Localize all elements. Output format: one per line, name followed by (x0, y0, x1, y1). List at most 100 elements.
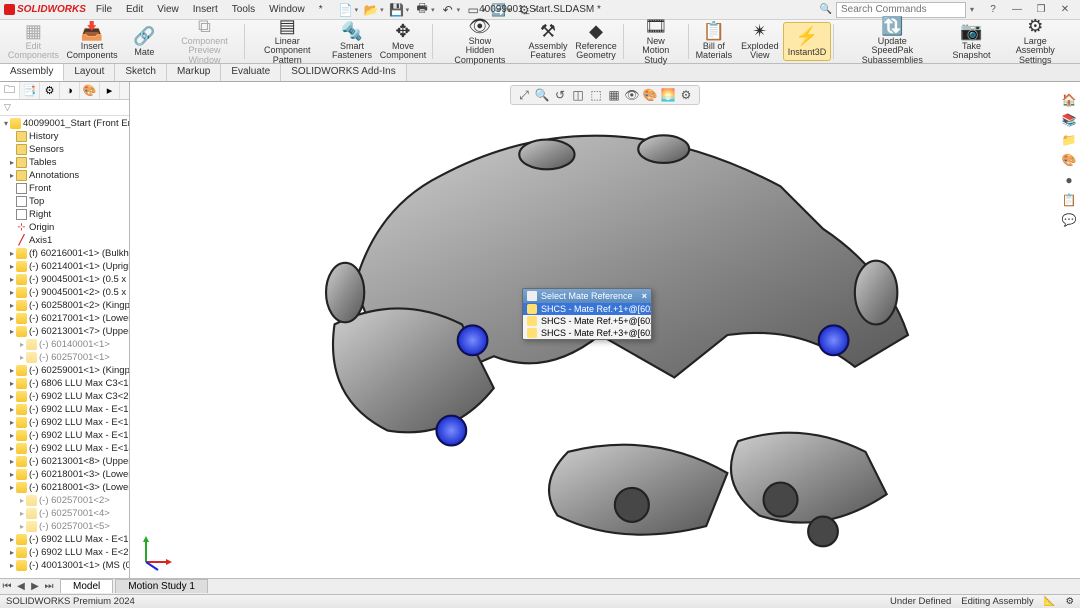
tree-item[interactable]: ▸(-) 40013001<1> (MS (0.8 x 1.0 (0, 559, 129, 572)
forum-icon[interactable]: 💬 (1061, 212, 1077, 228)
cmd-edit-components[interactable]: ▦EditComponents (4, 22, 63, 61)
tree-item[interactable]: ▸(-) 90045001<1> (0.5 x 0.6 x 1 B (0, 273, 129, 286)
fm-tab-appearance[interactable]: 🎨 (80, 82, 100, 99)
graphics-area[interactable]: ⤢ 🔍 ↺ ◫ ⬚ ▦ 👁 🎨 🌅 ⚙ 🏠 📚 📁 🎨 ● 📋 💬 (130, 82, 1080, 578)
design-library-icon[interactable]: 📚 (1061, 112, 1077, 128)
view-triad[interactable] (138, 534, 174, 570)
apply-scene-icon[interactable]: 🌅 (661, 88, 675, 102)
tree-item[interactable]: Sensors (0, 143, 129, 156)
print-icon[interactable]: 🖶 (415, 3, 429, 17)
status-unit-icon[interactable]: 📐 (1044, 596, 1056, 607)
view-orientation-icon[interactable]: ⬚ (589, 88, 603, 102)
tree-item[interactable]: Top (0, 195, 129, 208)
cmd-bom[interactable]: 📋Bill ofMaterials (691, 22, 737, 61)
select-icon[interactable]: ▭ (466, 3, 480, 17)
tree-item[interactable]: ▸(-) 6902 LLU Max - E<13> (∅ 1 (0, 416, 129, 429)
tab-scroll-first-icon[interactable]: ⏮ (0, 581, 14, 592)
tab-assembly[interactable]: Assembly (0, 64, 64, 81)
fm-tab-property[interactable]: 📑 (20, 82, 40, 99)
cmd-component-preview[interactable]: ⧉ComponentPreview Window (167, 22, 241, 61)
menu-insert[interactable]: Insert (187, 2, 224, 17)
tree-item[interactable]: ▸(-) 60257001<1> (0, 351, 129, 364)
tab-layout[interactable]: Layout (64, 64, 115, 81)
tree-item[interactable]: ╱Axis1 (0, 234, 129, 247)
tree-item[interactable]: History (0, 130, 129, 143)
display-style-icon[interactable]: ▦ (607, 88, 621, 102)
view-palette-icon[interactable]: 🎨 (1061, 152, 1077, 168)
file-explorer-icon[interactable]: 📁 (1061, 132, 1077, 148)
tree-item[interactable]: Right (0, 208, 129, 221)
tree-item[interactable]: ▸(-) 6902 LLU Max C3<2> (Beari (0, 390, 129, 403)
tree-item[interactable]: ▸(-) 60140001<1> (0, 338, 129, 351)
cmd-move-component[interactable]: ✥MoveComponent (376, 22, 430, 61)
appearances-icon[interactable]: ● (1061, 172, 1077, 188)
tree-item[interactable]: ⊹Origin (0, 221, 129, 234)
cmd-assembly-features[interactable]: ⚒AssemblyFeatures (525, 22, 572, 61)
cmd-show-hidden[interactable]: 👁ShowHidden Components (435, 22, 525, 61)
restore-icon[interactable]: ❐ (1030, 4, 1052, 15)
tree-item[interactable]: ▸Tables (0, 156, 129, 169)
fm-tab-expand[interactable]: ▸ (100, 82, 120, 99)
view-settings-icon[interactable]: ⚙ (679, 88, 693, 102)
menu-star[interactable]: * (313, 2, 329, 17)
cmd-insert-components[interactable]: 📥InsertComponents (63, 22, 122, 61)
new-icon[interactable]: 📄 (339, 3, 353, 17)
tab-scroll-next-icon[interactable]: ▶ (28, 581, 42, 592)
custom-props-icon[interactable]: 📋 (1061, 192, 1077, 208)
tree-item[interactable]: ▸Annotations (0, 169, 129, 182)
tree-item[interactable]: ▸(-) 6902 LLU Max - E<16> (∅ 1 (0, 429, 129, 442)
tree-item[interactable]: ▸(-) 60217001<1> (Lower Frame (0, 312, 129, 325)
status-gear-icon[interactable]: ⚙ (1065, 596, 1074, 607)
tree-item[interactable]: ▸(-) 6902 LLU Max - E<15> (∅ 1 (0, 403, 129, 416)
tab-addins[interactable]: SOLIDWORKS Add-Ins (281, 64, 406, 81)
tree-item[interactable]: ▸(-) 6902 LLU Max - E<17> (∅ 1 (0, 533, 129, 546)
tree-item[interactable]: ▸(-) 60214001<1> (Upright - Lef (0, 260, 129, 273)
cmd-large-assembly[interactable]: ⚙LargeAssembly Settings (995, 22, 1077, 61)
cmd-reference-geometry[interactable]: ◆ReferenceGeometry (571, 22, 620, 61)
tree-item[interactable]: Front (0, 182, 129, 195)
menu-tools[interactable]: Tools (226, 2, 261, 17)
previous-view-icon[interactable]: ↺ (553, 88, 567, 102)
save-icon[interactable]: 💾 (390, 3, 404, 17)
popup-row[interactable]: SHCS - Mate Ref.+3+@[60213001<7>] (523, 327, 651, 339)
search-dropdown-icon[interactable]: ▾ (970, 5, 974, 14)
tree-item[interactable]: ▸(-) 90045001<2> (0.5 x 0.6 x 1 B (0, 286, 129, 299)
view-tab-motion-study[interactable]: Motion Study 1 (115, 579, 208, 593)
tree-item[interactable]: ▸(-) 60218001<3> (Lower AR Arm (0, 468, 129, 481)
tree-item[interactable]: ▸(-) 6902 LLU Max - E<14> (∅ 1 (0, 442, 129, 455)
edit-appearance-icon[interactable]: 🎨 (643, 88, 657, 102)
feature-filter[interactable]: ▽ (0, 100, 129, 116)
tree-item[interactable]: ▸(-) 60213001<7> (Upper Articu (0, 325, 129, 338)
close-icon[interactable]: ✕ (1054, 4, 1076, 15)
fm-tab-config[interactable]: ⚙ (40, 82, 60, 99)
fm-tab-display[interactable]: ◑ (60, 82, 80, 99)
open-icon[interactable]: 📂 (364, 3, 378, 17)
tree-item[interactable]: ▸(-) 60257001<5> (0, 520, 129, 533)
help-icon[interactable]: ? (982, 4, 1004, 15)
tab-markup[interactable]: Markup (167, 64, 221, 81)
tree-item[interactable]: ▸(-) 60218001<3> (Lower AR Arm (0, 481, 129, 494)
popup-close-icon[interactable]: × (642, 291, 647, 301)
cmd-new-motion-study[interactable]: 🎞NewMotion Study (626, 22, 686, 61)
tree-item[interactable]: ▸(-) 60258001<2> (Kingpin Spac (0, 299, 129, 312)
menu-file[interactable]: File (90, 2, 118, 17)
tree-item[interactable]: ▸(f) 60216001<1> (Bulkhead) (0, 247, 129, 260)
popup-row-selected[interactable]: SHCS - Mate Ref.+1+@[60213001<7>] (523, 303, 651, 315)
tree-item[interactable]: ▸(-) 60213001<8> (Upper Articu (0, 455, 129, 468)
resources-icon[interactable]: 🏠 (1061, 92, 1077, 108)
tree-item[interactable]: ▸(-) 60257001<4> (0, 507, 129, 520)
hide-show-icon[interactable]: 👁 (625, 88, 639, 102)
popup-titlebar[interactable]: Select Mate Reference × (523, 289, 651, 303)
tab-scroll-prev-icon[interactable]: ◀ (14, 581, 28, 592)
tree-item[interactable]: ▸(-) 60259001<1> (Kingpin Spac (0, 364, 129, 377)
popup-row[interactable]: SHCS - Mate Ref.+5+@[60213001<7>] (523, 315, 651, 327)
zoom-fit-icon[interactable]: ⤢ (517, 88, 531, 102)
fm-tab-tree[interactable]: 🗀 (0, 82, 20, 99)
cmd-instant3d[interactable]: ⚡Instant3D (783, 22, 831, 61)
cmd-linear-pattern[interactable]: ▤Linear ComponentPattern (247, 22, 329, 61)
tree-item[interactable]: ▸(-) 60257001<2> (0, 494, 129, 507)
menu-window[interactable]: Window (263, 2, 311, 17)
section-view-icon[interactable]: ◫ (571, 88, 585, 102)
tab-evaluate[interactable]: Evaluate (221, 64, 281, 81)
view-tab-model[interactable]: Model (60, 579, 113, 593)
